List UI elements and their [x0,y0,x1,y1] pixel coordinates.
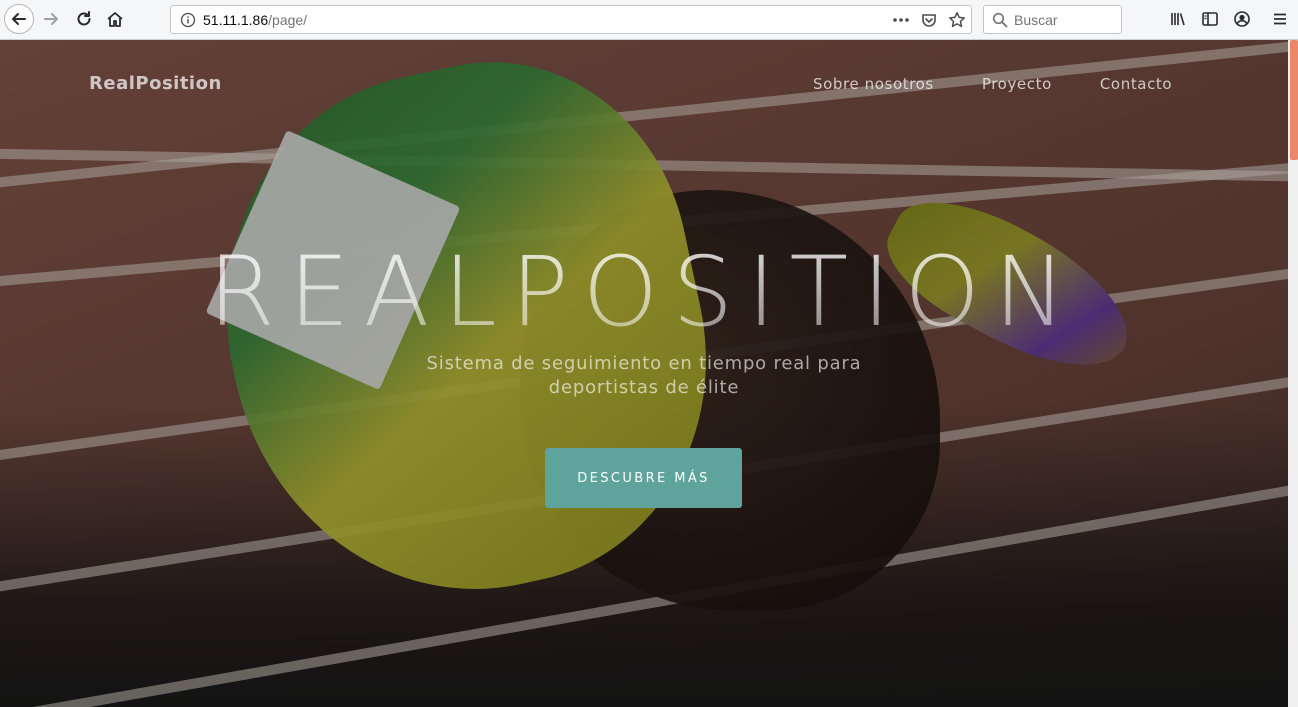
back-button[interactable] [4,4,34,34]
search-bar[interactable] [983,5,1122,34]
account-icon[interactable] [1230,8,1254,30]
page-scrollbar[interactable] [1288,40,1298,707]
url-path: /page/ [268,12,308,28]
browser-toolbar: 51.11.1.86/page/ [0,0,1298,40]
pocket-icon[interactable] [919,9,939,31]
main-nav: Sobre nosotros Proyecto Contacto [813,75,1172,93]
page-viewport: RealPosition Sobre nosotros Proyecto Con… [0,40,1288,707]
back-arrow-icon [12,13,26,25]
brand-logo[interactable]: RealPosition [89,73,222,94]
hamburger-menu-icon[interactable] [1268,8,1292,30]
home-icon [107,12,123,27]
hero-subtitle: Sistema de seguimiento en tiempo real pa… [426,353,862,398]
search-input[interactable] [1014,8,1118,31]
url-actions [891,9,967,31]
library-icon[interactable] [1166,8,1190,30]
nav-link-proyecto[interactable]: Proyecto [982,75,1052,93]
sidebar-icon[interactable] [1198,8,1222,30]
reload-icon [77,11,91,26]
star-icon[interactable] [947,9,967,31]
home-button[interactable] [101,5,129,33]
url-text[interactable]: 51.11.1.86/page/ [203,11,307,29]
info-icon[interactable] [179,11,197,29]
scrollbar-thumb[interactable] [1290,40,1298,160]
search-icon [991,11,1009,29]
reload-button[interactable] [70,5,98,33]
url-host: 51.11.1.86 [203,12,269,28]
discover-more-button[interactable]: DESCUBRE MÁS [545,448,742,508]
hero-title: REALPOSITION [0,236,1288,348]
nav-link-sobre-nosotros[interactable]: Sobre nosotros [813,75,934,93]
forward-button[interactable] [37,5,65,33]
nav-link-contacto[interactable]: Contacto [1100,75,1172,93]
more-icon[interactable] [891,9,911,31]
url-bar[interactable]: 51.11.1.86/page/ [170,5,972,34]
right-tools [1166,8,1254,30]
forward-arrow-icon [44,13,58,25]
